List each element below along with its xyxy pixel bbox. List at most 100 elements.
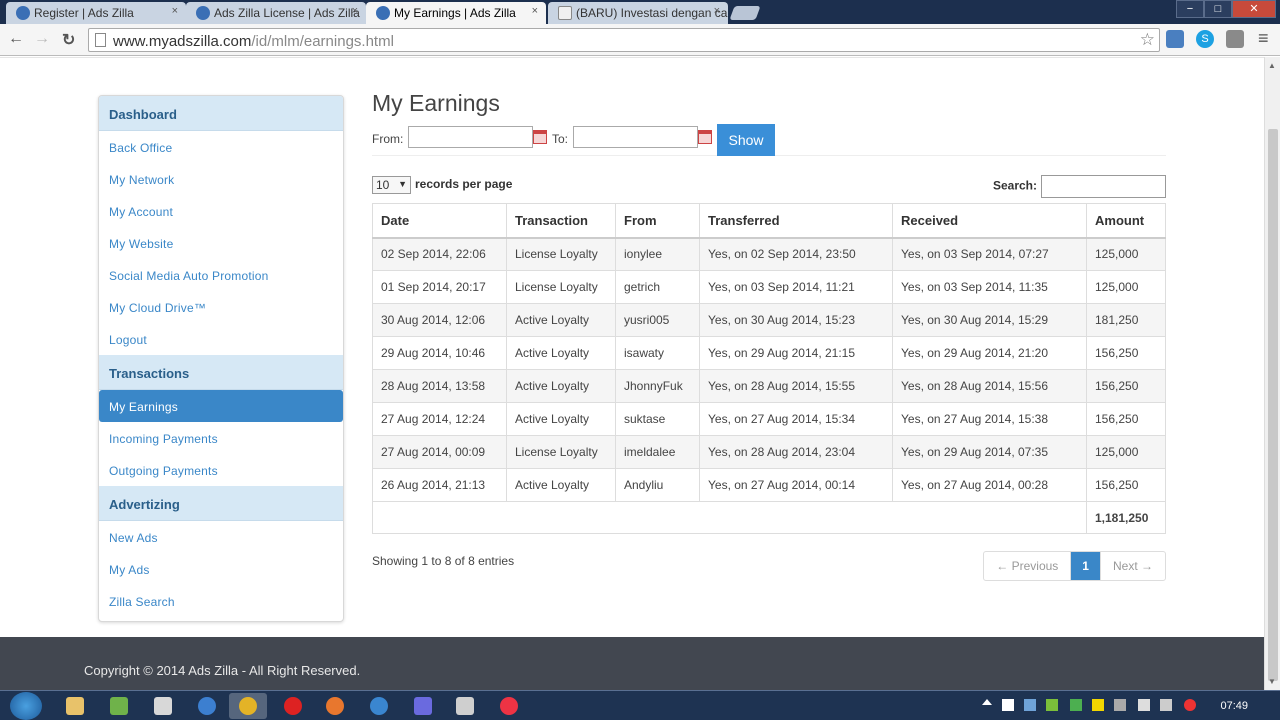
cell-received: Yes, on 29 Aug 2014, 21:20	[892, 336, 1087, 370]
reload-icon[interactable]: ↻	[62, 30, 75, 50]
tray-monitor-icon[interactable]	[1114, 699, 1126, 711]
forward-arrow-icon[interactable]: →	[34, 30, 50, 48]
cell-amount: 181,250	[1086, 303, 1166, 337]
next-page-button[interactable]: Next →	[1101, 552, 1165, 580]
to-calendar-icon[interactable]	[698, 130, 712, 144]
calculator-icon[interactable]	[154, 697, 172, 715]
tab-register[interactable]: Register | Ads Zilla ×	[6, 2, 186, 24]
sidebar-item-my-ads[interactable]: My Ads	[99, 553, 343, 585]
skype-icon[interactable]: S	[1196, 30, 1214, 48]
internet-explorer-icon[interactable]	[198, 697, 216, 715]
chrome-menu-icon[interactable]: ≡	[1258, 28, 1269, 49]
extension-tool-icon[interactable]	[1226, 30, 1244, 48]
cell-transaction: Active Loyalty	[506, 402, 616, 436]
sidebar-item-my-earnings[interactable]: My Earnings	[99, 390, 343, 422]
tray-seven-icon[interactable]	[1092, 699, 1104, 711]
column-header-date[interactable]: Date	[372, 203, 507, 239]
show-hidden-icons-icon[interactable]	[982, 699, 992, 705]
sidebar-item-new-ads[interactable]: New Ads	[99, 521, 343, 553]
sidebar: Dashboard Back Office My Network My Acco…	[98, 95, 344, 622]
flag-icon[interactable]	[1002, 699, 1014, 711]
tab-title: Ads Zilla License | Ads Zilla	[214, 6, 360, 20]
firefox-icon[interactable]	[326, 697, 344, 715]
tab-close-icon[interactable]: ×	[714, 5, 720, 17]
page-scrollbar[interactable]: ▲ ▼	[1264, 57, 1280, 690]
page-1-button[interactable]: 1	[1071, 552, 1101, 580]
scrollbar-thumb[interactable]	[1268, 129, 1278, 681]
sidebar-item-back-office[interactable]: Back Office	[99, 131, 343, 163]
extension-user-icon[interactable]	[1166, 30, 1184, 48]
new-tab-button[interactable]	[729, 6, 761, 20]
signal-icon[interactable]	[1160, 699, 1172, 711]
cell-amount: 125,000	[1086, 270, 1166, 304]
cell-received: Yes, on 03 Sep 2014, 07:27	[892, 237, 1087, 271]
tray-app-icon[interactable]	[1024, 699, 1036, 711]
nvidia-icon[interactable]	[1046, 699, 1058, 711]
sidebar-item-my-network[interactable]: My Network	[99, 163, 343, 195]
minimize-button[interactable]: −	[1176, 0, 1204, 18]
app-grid-icon[interactable]	[456, 697, 474, 715]
from-calendar-icon[interactable]	[533, 130, 547, 144]
tab-close-icon[interactable]: ×	[352, 5, 358, 17]
sidebar-item-incoming-payments[interactable]: Incoming Payments	[99, 422, 343, 454]
table-header-row: Date Transaction From Transferred Receiv…	[372, 203, 1166, 239]
back-arrow-icon[interactable]: ←	[8, 30, 24, 48]
column-header-amount[interactable]: Amount	[1086, 203, 1166, 239]
sidebar-item-zilla-search[interactable]: Zilla Search	[99, 585, 343, 617]
sidebar-item-outgoing-payments[interactable]: Outgoing Payments	[99, 454, 343, 486]
search-input[interactable]	[1041, 175, 1166, 198]
app-swirl-icon[interactable]	[500, 697, 518, 715]
tray-network-icon[interactable]	[1138, 699, 1150, 711]
tab-my-earnings[interactable]: My Earnings | Ads Zilla ×	[366, 2, 546, 24]
volume-muted-icon[interactable]	[1184, 699, 1196, 711]
column-header-transferred[interactable]: Transferred	[699, 203, 893, 239]
tray-triangle-icon[interactable]	[1070, 699, 1082, 711]
cell-transferred: Yes, on 29 Aug 2014, 21:15	[699, 336, 893, 370]
maximize-button[interactable]: □	[1204, 0, 1232, 18]
cell-transaction: Active Loyalty	[506, 336, 616, 370]
total-spacer-cell	[372, 501, 1087, 534]
cell-received: Yes, on 29 Aug 2014, 07:35	[892, 435, 1087, 469]
opera-icon[interactable]	[284, 697, 302, 715]
cell-transferred: Yes, on 02 Sep 2014, 23:50	[699, 237, 893, 271]
bookmark-star-icon[interactable]: ☆	[1140, 30, 1155, 50]
sidebar-item-my-account[interactable]: My Account	[99, 195, 343, 227]
cell-amount: 156,250	[1086, 468, 1166, 502]
address-bar[interactable]: www.myadszilla.com/id/mlm/earnings.html …	[88, 28, 1160, 52]
scroll-down-icon[interactable]: ▼	[1268, 677, 1276, 686]
from-date-input[interactable]	[408, 126, 533, 148]
show-button[interactable]: Show	[717, 124, 775, 156]
app-globe-icon[interactable]	[370, 697, 388, 715]
app-purple-icon[interactable]	[414, 697, 432, 715]
previous-page-button[interactable]: ← Previous	[984, 552, 1072, 580]
table-row: 26 Aug 2014, 21:13 Active Loyalty Andyliu Y…	[372, 468, 1166, 502]
windows-start-button[interactable]	[10, 692, 42, 720]
cell-transaction: Active Loyalty	[506, 468, 616, 502]
tab-close-icon[interactable]: ×	[172, 5, 178, 17]
document-favicon-icon	[558, 6, 572, 20]
cell-transferred: Yes, on 28 Aug 2014, 15:55	[699, 369, 893, 403]
file-explorer-icon[interactable]	[66, 697, 84, 715]
tab-license[interactable]: Ads Zilla License | Ads Zilla ×	[186, 2, 366, 24]
browser-toolbar: ← → ↻ www.myadszilla.com/id/mlm/earnings…	[0, 24, 1280, 56]
column-header-from[interactable]: From	[615, 203, 700, 239]
cell-amount: 156,250	[1086, 402, 1166, 436]
taskbar-clock[interactable]: 07:49	[1220, 700, 1248, 712]
records-per-page-select[interactable]: 10 ▼	[372, 176, 411, 194]
sidebar-item-my-cloud-drive[interactable]: My Cloud Drive™	[99, 291, 343, 323]
notepad-icon[interactable]	[110, 697, 128, 715]
cell-transaction: License Loyalty	[506, 237, 616, 271]
sidebar-item-logout[interactable]: Logout	[99, 323, 343, 355]
tab-close-icon[interactable]: ×	[532, 5, 538, 17]
to-date-input[interactable]	[573, 126, 698, 148]
records-per-page-value: 10	[376, 178, 390, 192]
cell-date: 28 Aug 2014, 13:58	[372, 369, 507, 403]
scroll-up-icon[interactable]: ▲	[1268, 61, 1276, 70]
table-total-row: 1,181,250	[372, 501, 1166, 534]
tab-investasi[interactable]: (BARU) Investasi dengan car ×	[548, 2, 728, 24]
sidebar-item-social-media-auto-promotion[interactable]: Social Media Auto Promotion	[99, 259, 343, 291]
column-header-received[interactable]: Received	[892, 203, 1087, 239]
column-header-transaction[interactable]: Transaction	[506, 203, 616, 239]
close-window-button[interactable]: ✕	[1232, 0, 1276, 18]
sidebar-item-my-website[interactable]: My Website	[99, 227, 343, 259]
